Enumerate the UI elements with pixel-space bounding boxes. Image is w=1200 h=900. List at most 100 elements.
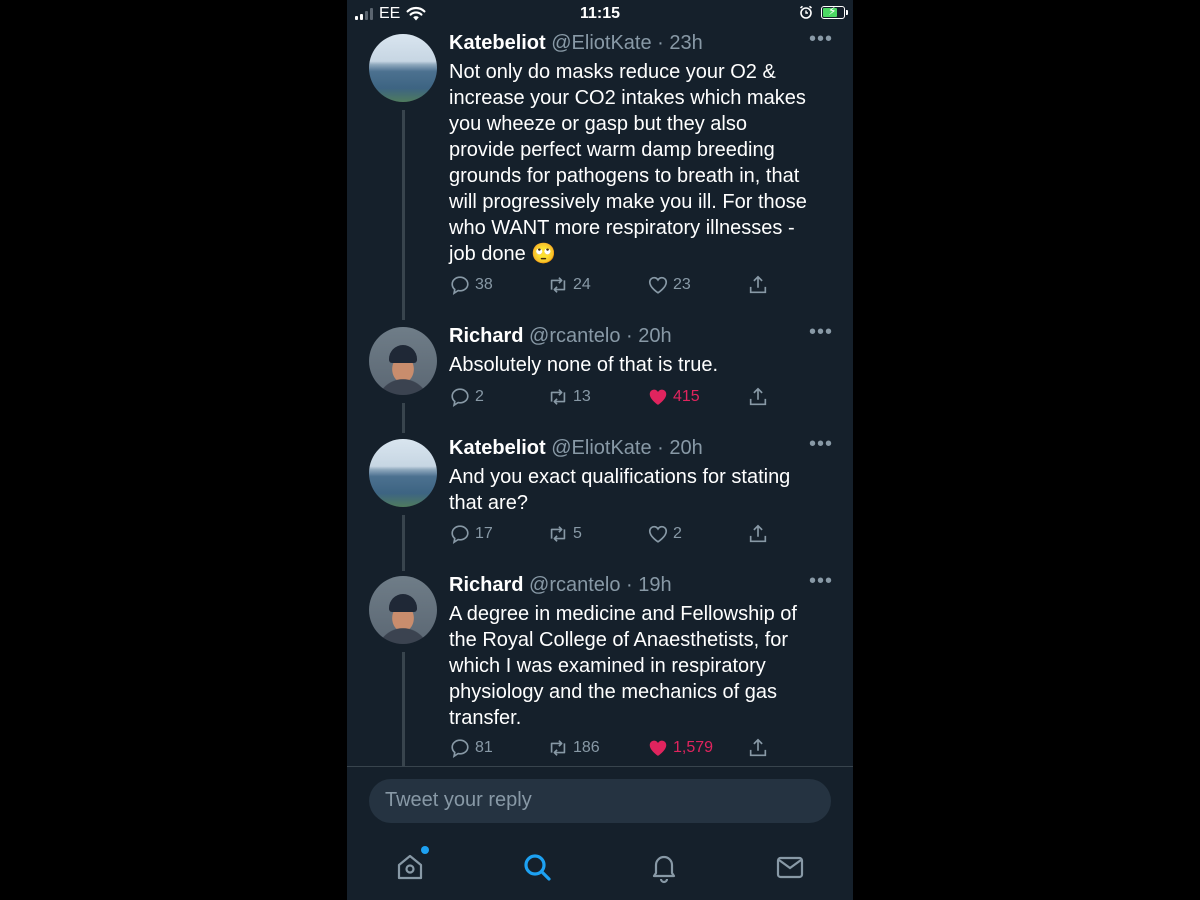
tweet-body: Katebeliot @EliotKate · 20h ••• And you … (449, 434, 833, 516)
retweet-count: 5 (573, 525, 582, 542)
reply-icon (451, 276, 469, 296)
retweet-icon (550, 389, 566, 405)
like-button[interactable]: 23 (647, 274, 691, 296)
notifications-tab[interactable] (647, 850, 681, 884)
heart-filled-icon (649, 740, 667, 756)
display-name[interactable]: Richard (449, 574, 523, 596)
more-icon[interactable]: ••• (809, 434, 833, 454)
share-button[interactable] (747, 523, 769, 545)
share-icon (749, 387, 767, 406)
heart-icon (648, 525, 668, 543)
like-count: 1,579 (673, 739, 714, 756)
search-icon (524, 854, 551, 881)
home-tab[interactable] (393, 846, 429, 884)
thread-line (402, 652, 405, 766)
search-tab[interactable] (520, 850, 554, 884)
tweet-line: And you exact qualifications for stating (449, 466, 791, 488)
tweet-line: Absolutely none of that is true. (449, 354, 719, 376)
share-button[interactable] (747, 737, 769, 759)
tweet-line: transfer. (449, 707, 522, 729)
retweet-button[interactable]: 5 (547, 523, 582, 545)
tweet-line: job done 🙄 (449, 243, 557, 265)
tweet-body: Richard @rcantelo · 20h ••• Absolutely n… (449, 322, 833, 378)
mail-icon (776, 856, 804, 879)
tweet-header: Katebeliot @EliotKate · 20h (449, 437, 833, 460)
retweet-button[interactable]: 24 (547, 274, 591, 296)
alarm-icon (799, 5, 813, 19)
more-icon[interactable]: ••• (809, 29, 833, 49)
tweet-line: increase your CO2 intakes which makes (449, 87, 806, 109)
tweet-header: Katebeliot @EliotKate · 23h (449, 32, 833, 55)
tweet[interactable]: Katebeliot @EliotKate · 23h ••• Not only… (347, 29, 853, 320)
reply-button[interactable]: 81 (449, 737, 493, 759)
like-button[interactable]: 1,579 (647, 737, 713, 759)
tweet-text: And you exact qualifications for stating… (449, 464, 833, 516)
more-icon[interactable]: ••• (809, 571, 833, 591)
status-time: 11:15 (579, 5, 621, 22)
handle-time: @rcantelo · 19h (529, 574, 672, 596)
home-icon (397, 854, 423, 880)
reply-button[interactable]: 17 (449, 523, 493, 545)
tweet-line: you wheeze or gasp but they also (449, 113, 747, 135)
notification-dot (421, 846, 429, 854)
share-button[interactable] (747, 274, 769, 296)
handle-time: @EliotKate · 20h (551, 437, 703, 459)
tweet-line: that are? (449, 492, 528, 514)
reply-count: 2 (475, 388, 484, 405)
display-name[interactable]: Katebeliot (449, 437, 546, 459)
tweet[interactable]: Katebeliot @EliotKate · 20h ••• And you … (347, 434, 853, 571)
tab-bar (347, 840, 853, 900)
reply-count: 38 (475, 276, 493, 293)
phone-screen: EE 11:15 ⚡ Katebeliot @EliotKate · 23h •… (347, 0, 853, 900)
reply-input[interactable]: Tweet your reply (369, 779, 831, 823)
tweet[interactable]: Richard @rcantelo · 19h ••• A degree in … (347, 571, 853, 766)
like-button[interactable]: 2 (647, 523, 682, 545)
share-button[interactable] (747, 386, 769, 408)
thread-line (402, 110, 405, 320)
reply-button[interactable]: 2 (449, 386, 484, 408)
share-icon (749, 738, 767, 757)
tweet-text: A degree in medicine and Fellowship of t… (449, 601, 833, 731)
retweet-count: 186 (573, 739, 600, 756)
reply-button[interactable]: 38 (449, 274, 493, 296)
tweet-text: Absolutely none of that is true. (449, 352, 833, 378)
display-name[interactable]: Richard (449, 325, 523, 347)
retweet-button[interactable]: 186 (547, 737, 600, 759)
tweet-header: Richard @rcantelo · 19h (449, 574, 833, 597)
tweet-line: the Royal College of Anaesthetists, for (449, 629, 789, 651)
share-icon (749, 275, 767, 294)
battery-icon: ⚡ (821, 4, 848, 19)
retweet-icon (550, 740, 566, 756)
tweet-line: physiology and the mechanics of gas (449, 681, 777, 703)
tweet-line: who WANT more respiratory illnesses - (449, 217, 795, 239)
status-bar: EE 11:15 ⚡ (347, 0, 853, 28)
reply-icon (451, 739, 469, 759)
reply-count: 17 (475, 525, 493, 542)
status-right: ⚡ (799, 4, 848, 19)
tweet-line: provide perfect warm damp breeding (449, 139, 775, 161)
tweet-body: Katebeliot @EliotKate · 23h ••• Not only… (449, 29, 833, 267)
retweet-count: 24 (573, 276, 591, 293)
heart-filled-icon (649, 389, 667, 405)
thread-line (402, 515, 405, 571)
retweet-count: 13 (573, 388, 591, 405)
display-name[interactable]: Katebeliot (449, 32, 546, 54)
share-icon (749, 524, 767, 543)
retweet-icon (550, 277, 566, 293)
handle-time: @rcantelo · 20h (529, 325, 672, 347)
tweet-text: Not only do masks reduce your O2 & incre… (449, 59, 833, 267)
avatar[interactable] (369, 327, 437, 395)
messages-tab[interactable] (773, 850, 807, 884)
more-icon[interactable]: ••• (809, 322, 833, 342)
avatar[interactable] (369, 576, 437, 644)
like-button[interactable]: 415 (647, 386, 700, 408)
retweet-button[interactable]: 13 (547, 386, 591, 408)
reply-icon (451, 525, 469, 545)
avatar[interactable] (369, 439, 437, 507)
avatar[interactable] (369, 34, 437, 102)
bell-icon (652, 855, 676, 884)
tweet-line: which I was examined in respiratory (449, 655, 766, 677)
like-count: 2 (673, 525, 682, 542)
reply-placeholder: Tweet your reply (385, 789, 532, 811)
tweet[interactable]: Richard @rcantelo · 20h ••• Absolutely n… (347, 322, 853, 433)
